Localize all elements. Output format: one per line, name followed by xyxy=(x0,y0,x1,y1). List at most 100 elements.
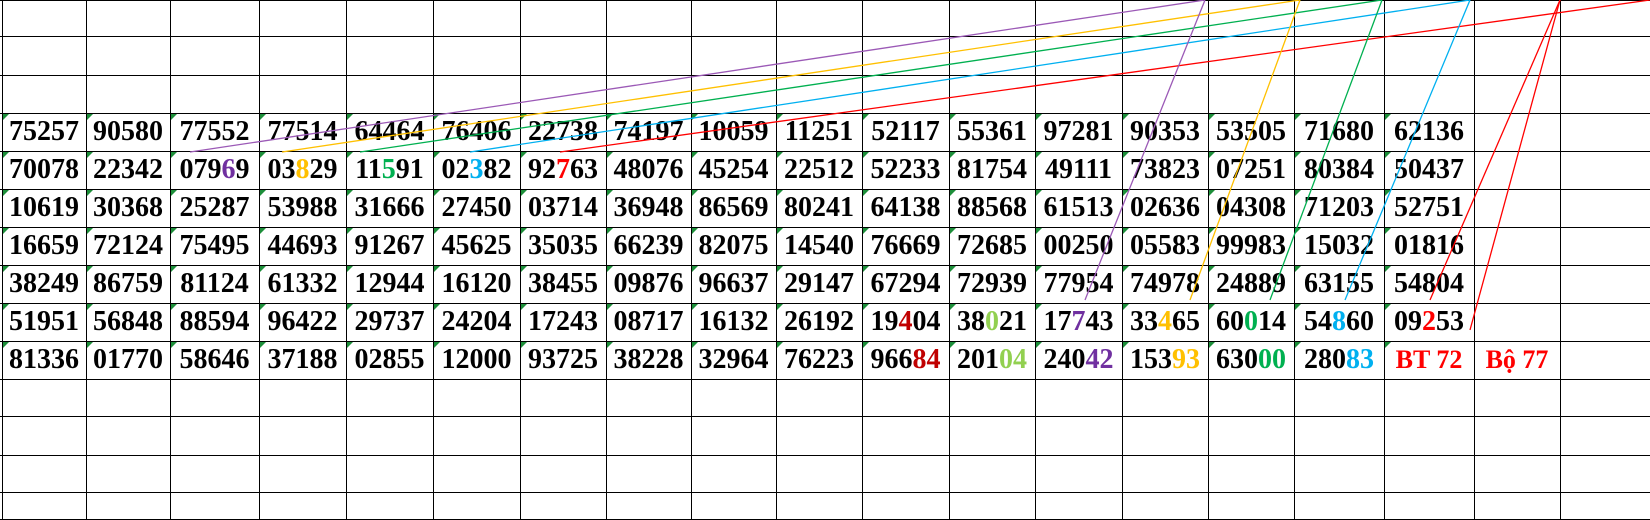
grid-cell[interactable]: 11251 xyxy=(776,113,862,151)
grid-cell[interactable]: 31666 xyxy=(346,189,433,227)
grid-cell[interactable]: 24889 xyxy=(1208,265,1294,303)
grid-cell[interactable]: 38228 xyxy=(606,341,691,379)
grid-cell[interactable]: 60014 xyxy=(1208,303,1294,341)
grid-cell[interactable]: 90580 xyxy=(86,113,170,151)
grid-cell[interactable] xyxy=(1474,265,1560,303)
grid-cell[interactable]: 50437 xyxy=(1384,151,1474,189)
grid-cell[interactable]: 03714 xyxy=(520,189,606,227)
grid-cell[interactable]: 88568 xyxy=(949,189,1035,227)
grid-cell[interactable]: 24204 xyxy=(433,303,520,341)
grid-cell[interactable]: 19404 xyxy=(862,303,949,341)
grid-cell[interactable]: 32964 xyxy=(691,341,776,379)
grid-cell[interactable]: 29737 xyxy=(346,303,433,341)
grid-cell[interactable]: 96637 xyxy=(691,265,776,303)
grid-cell[interactable]: 08717 xyxy=(606,303,691,341)
grid-cell[interactable]: 74197 xyxy=(606,113,691,151)
grid-cell[interactable]: 76406 xyxy=(433,113,520,151)
grid-cell[interactable]: 14540 xyxy=(776,227,862,265)
grid-cell[interactable]: 55361 xyxy=(949,113,1035,151)
grid-cell[interactable]: 22512 xyxy=(776,151,862,189)
grid-cell[interactable]: 51951 xyxy=(2,303,86,341)
grid-cell[interactable]: 53988 xyxy=(259,189,346,227)
spreadsheet-grid[interactable]: 75257 90580 77552 77514 64464 76406 22738 74197… xyxy=(0,0,1650,520)
grid-cell[interactable]: 26192 xyxy=(776,303,862,341)
grid-cell[interactable]: 71203 xyxy=(1294,189,1384,227)
grid-cell[interactable] xyxy=(1560,303,1650,341)
grid-cell[interactable]: 92763 xyxy=(520,151,606,189)
grid-cell[interactable]: 82075 xyxy=(691,227,776,265)
grid-cell[interactable]: 61513 xyxy=(1035,189,1122,227)
grid-cell[interactable] xyxy=(1474,151,1560,189)
grid-cell[interactable] xyxy=(1560,265,1650,303)
grid-cell[interactable]: 49111 xyxy=(1035,151,1122,189)
grid-cell[interactable]: 37188 xyxy=(259,341,346,379)
grid-cell[interactable]: 81754 xyxy=(949,151,1035,189)
grid-cell[interactable]: 61332 xyxy=(259,265,346,303)
grid-cell[interactable]: 48076 xyxy=(606,151,691,189)
grid-cell[interactable] xyxy=(1474,227,1560,265)
grid-cell[interactable]: 45625 xyxy=(433,227,520,265)
grid-cell[interactable]: 02855 xyxy=(346,341,433,379)
grid-cell[interactable]: 11591 xyxy=(346,151,433,189)
grid-cell[interactable]: 17743 xyxy=(1035,303,1122,341)
grid-cell[interactable]: 86569 xyxy=(691,189,776,227)
grid-cell[interactable]: 45254 xyxy=(691,151,776,189)
grid-cell[interactable]: 10619 xyxy=(2,189,86,227)
grid-cell[interactable]: 15393 xyxy=(1122,341,1208,379)
grid-cell[interactable]: 12944 xyxy=(346,265,433,303)
grid-cell[interactable]: 09876 xyxy=(606,265,691,303)
grid-cell[interactable]: 52233 xyxy=(862,151,949,189)
grid-cell[interactable]: 62136 xyxy=(1384,113,1474,151)
grid-cell[interactable]: 88594 xyxy=(170,303,259,341)
grid-cell[interactable]: 53505 xyxy=(1208,113,1294,151)
grid-cell[interactable]: 16120 xyxy=(433,265,520,303)
grid-cell[interactable]: 22342 xyxy=(86,151,170,189)
grid-cell[interactable]: 09253 xyxy=(1384,303,1474,341)
grid-cell[interactable]: BT 72 xyxy=(1384,341,1474,379)
grid-cell[interactable]: 27450 xyxy=(433,189,520,227)
grid-cell[interactable]: 28083 xyxy=(1294,341,1384,379)
grid-cell[interactable]: 77954 xyxy=(1035,265,1122,303)
grid-cell[interactable]: 74978 xyxy=(1122,265,1208,303)
grid-cell[interactable]: 54860 xyxy=(1294,303,1384,341)
grid-cell[interactable]: 75495 xyxy=(170,227,259,265)
grid-cell[interactable]: 29147 xyxy=(776,265,862,303)
grid-cell[interactable]: 71680 xyxy=(1294,113,1384,151)
grid-cell[interactable]: 01816 xyxy=(1384,227,1474,265)
grid-cell[interactable]: 54804 xyxy=(1384,265,1474,303)
grid-cell[interactable]: 56848 xyxy=(86,303,170,341)
grid-cell[interactable]: 96422 xyxy=(259,303,346,341)
grid-cell[interactable]: 01770 xyxy=(86,341,170,379)
grid-cell[interactable]: 16659 xyxy=(2,227,86,265)
grid-cell[interactable]: 33465 xyxy=(1122,303,1208,341)
grid-cell[interactable]: 77552 xyxy=(170,113,259,151)
grid-cell[interactable]: 52117 xyxy=(862,113,949,151)
grid-cell[interactable]: 16132 xyxy=(691,303,776,341)
grid-cell[interactable]: 77514 xyxy=(259,113,346,151)
grid-cell[interactable] xyxy=(1474,113,1560,151)
grid-cell[interactable]: 30368 xyxy=(86,189,170,227)
grid-cell[interactable]: 24042 xyxy=(1035,341,1122,379)
grid-cell[interactable]: 00250 xyxy=(1035,227,1122,265)
grid-cell[interactable]: 35035 xyxy=(520,227,606,265)
grid-cell[interactable]: 58646 xyxy=(170,341,259,379)
grid-cell[interactable]: 81336 xyxy=(2,341,86,379)
grid-cell[interactable] xyxy=(1560,151,1650,189)
grid-cell[interactable] xyxy=(1474,189,1560,227)
grid-cell[interactable]: 22738 xyxy=(520,113,606,151)
grid-cell[interactable]: 36948 xyxy=(606,189,691,227)
grid-cell[interactable]: 15032 xyxy=(1294,227,1384,265)
grid-cell[interactable]: 86759 xyxy=(86,265,170,303)
grid-cell[interactable]: Bộ 77 xyxy=(1474,341,1560,379)
grid-cell[interactable]: 97281 xyxy=(1035,113,1122,151)
grid-cell[interactable] xyxy=(1560,189,1650,227)
grid-cell[interactable]: 10059 xyxy=(691,113,776,151)
grid-cell[interactable]: 99983 xyxy=(1208,227,1294,265)
grid-cell[interactable]: 25287 xyxy=(170,189,259,227)
grid-cell[interactable]: 76223 xyxy=(776,341,862,379)
grid-cell[interactable]: 04308 xyxy=(1208,189,1294,227)
grid-cell[interactable]: 66239 xyxy=(606,227,691,265)
grid-cell[interactable]: 05583 xyxy=(1122,227,1208,265)
grid-cell[interactable]: 80384 xyxy=(1294,151,1384,189)
grid-cell[interactable] xyxy=(1474,303,1560,341)
